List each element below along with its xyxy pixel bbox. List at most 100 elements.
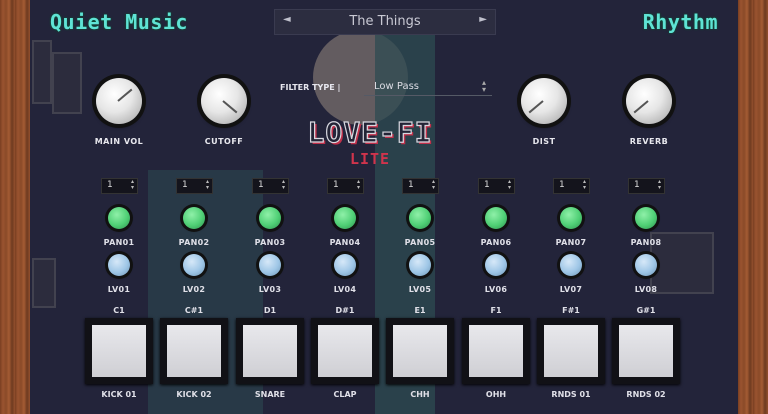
spinner-arrows-icon[interactable]: ▴ ▾: [658, 179, 661, 191]
level-label: LV06: [484, 285, 508, 294]
pan-knob[interactable]: [183, 207, 205, 229]
drum-pad[interactable]: [160, 318, 228, 384]
spinner-arrows-icon[interactable]: ▴ ▾: [131, 179, 134, 191]
midi-channel-value: 1: [333, 180, 339, 190]
pan-knob[interactable]: [635, 207, 657, 229]
reverb-knob[interactable]: [626, 78, 672, 124]
level-knob[interactable]: [485, 254, 507, 276]
preset-next-button[interactable]: ►: [479, 14, 487, 25]
drum-pad-face[interactable]: [393, 325, 447, 377]
preset-browser: ◄ The Things ►: [274, 9, 496, 35]
drum-pad[interactable]: [612, 318, 680, 384]
level-knob[interactable]: [183, 254, 205, 276]
level-knob[interactable]: [259, 254, 281, 276]
midi-channel-spinner[interactable]: 1 ▴ ▾: [176, 178, 213, 194]
pan-knob[interactable]: [108, 207, 130, 229]
pan-label: PAN05: [404, 238, 436, 247]
drum-pad[interactable]: [386, 318, 454, 384]
pad-note-label: D#1: [335, 306, 355, 315]
pan-label: PAN03: [254, 238, 286, 247]
pan-label: PAN02: [178, 238, 210, 247]
midi-channel-value: 1: [182, 180, 188, 190]
window-illustration: [32, 40, 52, 104]
wood-side-right: [738, 0, 768, 414]
main-panel: Quiet Music Rhythm ◄ The Things ► MAIN V…: [30, 0, 738, 414]
midi-channel-spinner[interactable]: 1 ▴ ▾: [628, 178, 665, 194]
pad-note-label: F#1: [562, 306, 580, 315]
midi-channel-spinner[interactable]: 1 ▴ ▾: [478, 178, 515, 194]
drum-pad-label: OHH: [485, 390, 507, 399]
pan-knob[interactable]: [259, 207, 281, 229]
cutoff-label: CUTOFF: [204, 137, 244, 146]
level-knob[interactable]: [409, 254, 431, 276]
pan-knob[interactable]: [334, 207, 356, 229]
drum-pad-face[interactable]: [92, 325, 146, 377]
level-label: LV05: [408, 285, 432, 294]
cutoff-knob[interactable]: [201, 78, 247, 124]
level-knob[interactable]: [560, 254, 582, 276]
pad-note-label: F1: [490, 306, 502, 315]
drum-pad-label: KICK 02: [176, 390, 212, 399]
drum-pad-label: KICK 01: [101, 390, 137, 399]
pan-label: PAN08: [630, 238, 662, 247]
level-knob[interactable]: [108, 254, 130, 276]
reverb-label: REVERB: [629, 137, 669, 146]
pan-knob[interactable]: [409, 207, 431, 229]
product-logo-sub: LITE: [349, 150, 391, 168]
pan-label: PAN07: [555, 238, 587, 247]
drum-pad-face[interactable]: [544, 325, 598, 377]
pan-knob[interactable]: [485, 207, 507, 229]
pad-note-label: C#1: [184, 306, 204, 315]
level-knob[interactable]: [334, 254, 356, 276]
midi-channel-value: 1: [634, 180, 640, 190]
drum-pad-face[interactable]: [619, 325, 673, 377]
drum-pad[interactable]: [537, 318, 605, 384]
filter-type-select[interactable]: Low Pass ▴ ▾: [364, 78, 492, 96]
spinner-arrows-icon[interactable]: ▴ ▾: [432, 179, 435, 191]
pad-note-label: C1: [113, 306, 125, 315]
level-knob[interactable]: [635, 254, 657, 276]
drum-pad-face[interactable]: [243, 325, 297, 377]
spinner-arrows-icon[interactable]: ▴ ▾: [282, 179, 285, 191]
product-logo: LOVE-FI: [307, 115, 433, 149]
midi-channel-value: 1: [258, 180, 264, 190]
drum-pad-face[interactable]: [469, 325, 523, 377]
midi-channel-value: 1: [484, 180, 490, 190]
drum-pad-face[interactable]: [167, 325, 221, 377]
pad-note-label: G#1: [636, 306, 656, 315]
filter-type-label: FILTER TYPE |: [280, 83, 341, 92]
spinner-arrows-icon[interactable]: ▴ ▾: [583, 179, 586, 191]
midi-channel-spinner[interactable]: 1 ▴ ▾: [327, 178, 364, 194]
level-label: LV04: [333, 285, 357, 294]
drum-pad[interactable]: [462, 318, 530, 384]
main-vol-label: MAIN VOL: [94, 137, 144, 146]
spinner-arrows-icon[interactable]: ▴ ▾: [508, 179, 511, 191]
pad-note-label: E1: [414, 306, 426, 315]
drum-pad-label: CHH: [410, 390, 430, 399]
drum-pad[interactable]: [311, 318, 379, 384]
drum-pad-label: CLAP: [333, 390, 357, 399]
pan-label: PAN04: [329, 238, 361, 247]
midi-channel-value: 1: [107, 180, 113, 190]
dist-knob[interactable]: [521, 78, 567, 124]
main-vol-knob[interactable]: [96, 78, 142, 124]
midi-channel-spinner[interactable]: 1 ▴ ▾: [101, 178, 138, 194]
midi-channel-spinner[interactable]: 1 ▴ ▾: [553, 178, 590, 194]
drum-pad-label: RNDS 01: [551, 390, 591, 399]
midi-channel-spinner[interactable]: 1 ▴ ▾: [252, 178, 289, 194]
drum-pad[interactable]: [85, 318, 153, 384]
window-illustration: [32, 258, 56, 308]
brand-title: Quiet Music: [50, 10, 188, 34]
midi-channel-spinner[interactable]: 1 ▴ ▾: [402, 178, 439, 194]
pan-label: PAN06: [480, 238, 512, 247]
level-label: LV08: [634, 285, 658, 294]
preset-name[interactable]: The Things: [275, 14, 495, 29]
level-label: LV03: [258, 285, 282, 294]
spinner-arrows-icon[interactable]: ▴ ▾: [357, 179, 360, 191]
pad-note-label: D1: [263, 306, 277, 315]
drum-pad-face[interactable]: [318, 325, 372, 377]
drum-pad[interactable]: [236, 318, 304, 384]
spinner-arrows-icon[interactable]: ▴ ▾: [206, 179, 209, 191]
midi-channel-value: 1: [559, 180, 565, 190]
pan-knob[interactable]: [560, 207, 582, 229]
